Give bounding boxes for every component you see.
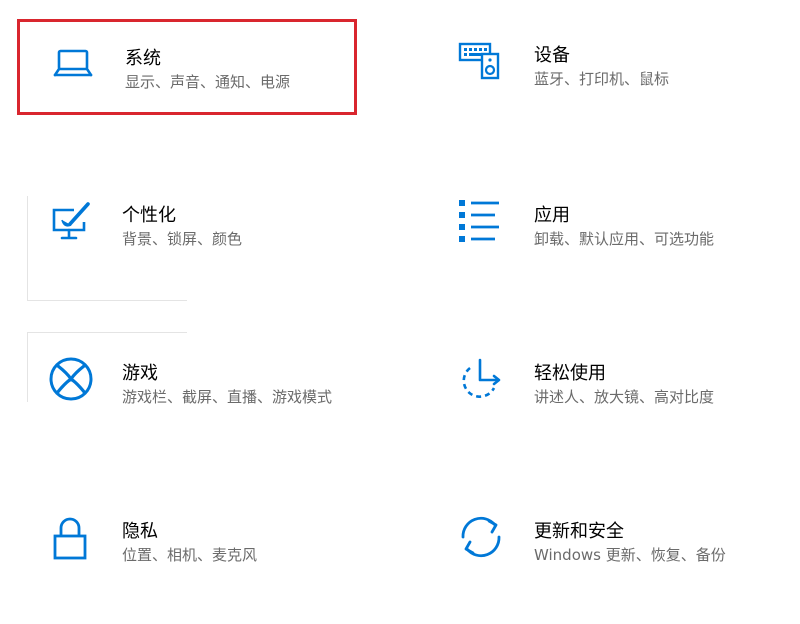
tile-title: 更新和安全 <box>534 521 624 542</box>
tile-privacy[interactable]: 隐私 位置、相机、麦克风 <box>17 496 357 592</box>
xbox-icon <box>45 353 97 405</box>
tile-edge-bottom <box>27 300 187 301</box>
ease-of-access-icon <box>454 354 506 406</box>
tile-update-security[interactable]: 更新和安全 Windows 更新、恢复、备份 <box>428 496 768 592</box>
tile-subtitle: Windows 更新、恢复、备份 <box>534 546 726 564</box>
tile-title: 系统 <box>125 48 161 69</box>
tile-subtitle: 背景、锁屏、颜色 <box>122 230 243 248</box>
tile-subtitle: 讲述人、放大镜、高对比度 <box>534 388 715 406</box>
app-list-icon <box>453 194 505 246</box>
tile-ease-of-access[interactable]: 轻松使用 讲述人、放大镜、高对比度 <box>428 338 768 434</box>
tile-subtitle: 游戏栏、截屏、直播、游戏模式 <box>122 388 333 406</box>
tile-title: 个性化 <box>122 205 176 226</box>
tile-title: 设备 <box>534 45 570 66</box>
tile-apps[interactable]: 应用 卸载、默认应用、可选功能 <box>428 180 768 276</box>
tile-personalization[interactable]: 个性化 背景、锁屏、颜色 <box>17 180 357 276</box>
tile-gaming[interactable]: 游戏 游戏栏、截屏、直播、游戏模式 <box>17 338 357 434</box>
keyboard-speaker-icon <box>454 34 506 86</box>
tile-title: 应用 <box>534 205 570 226</box>
tile-subtitle: 蓝牙、打印机、鼠标 <box>534 70 670 88</box>
tile-subtitle: 显示、声音、通知、电源 <box>125 73 291 91</box>
paint-monitor-icon <box>44 196 96 248</box>
tile-title: 游戏 <box>122 363 158 384</box>
tile-title: 轻松使用 <box>534 363 606 384</box>
tile-title: 隐私 <box>122 521 158 542</box>
tile-devices[interactable]: 设备 蓝牙、打印机、鼠标 <box>428 22 768 118</box>
tile-subtitle: 卸载、默认应用、可选功能 <box>534 230 715 248</box>
laptop-icon <box>47 37 99 89</box>
tile-system[interactable]: 系统 显示、声音、通知、电源 <box>17 19 357 115</box>
tile-edge-top <box>27 332 187 333</box>
tile-subtitle: 位置、相机、麦克风 <box>122 546 258 564</box>
lock-icon <box>44 512 96 564</box>
sync-icon <box>455 511 507 563</box>
